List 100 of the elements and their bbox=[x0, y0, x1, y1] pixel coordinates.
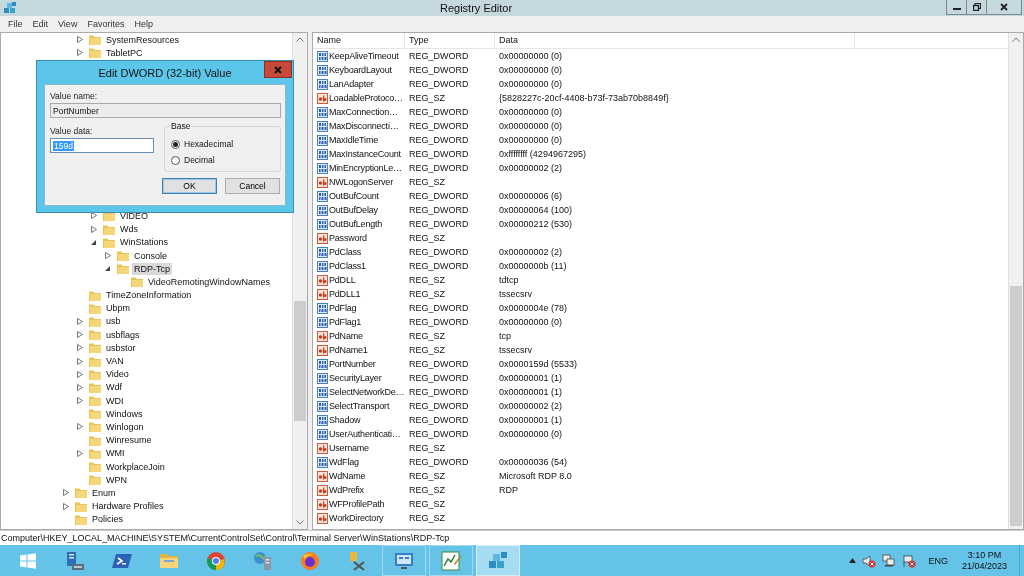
table-cell[interactable]: Username bbox=[329, 443, 369, 453]
collapsed-arrow-icon[interactable] bbox=[91, 225, 97, 233]
tree-item[interactable]: usbflags bbox=[104, 328, 142, 341]
scroll-up-icon[interactable] bbox=[296, 37, 304, 42]
menu-item[interactable]: View bbox=[53, 19, 83, 29]
radio-button[interactable] bbox=[171, 155, 180, 165]
scroll-thumb[interactable] bbox=[1010, 286, 1022, 526]
tree-item[interactable]: Winlogon bbox=[104, 420, 146, 433]
tree-item[interactable]: VAN bbox=[104, 355, 126, 368]
flag-icon[interactable] bbox=[902, 553, 917, 568]
tree-item[interactable]: Ubpm bbox=[104, 302, 132, 315]
table-cell[interactable]: MaxIdleTime bbox=[329, 135, 378, 145]
tree-item[interactable]: Wds bbox=[118, 223, 140, 236]
table-cell[interactable]: OutBufLength bbox=[329, 219, 383, 229]
restore-button[interactable] bbox=[966, 0, 987, 15]
minimize-button[interactable] bbox=[946, 0, 967, 15]
scroll-thumb[interactable] bbox=[294, 301, 306, 421]
clock[interactable]: 3:10 PM 21/04/2023 bbox=[961, 549, 1007, 572]
tree-item[interactable]: Video bbox=[104, 368, 131, 381]
taskbar-button[interactable] bbox=[429, 545, 473, 576]
tree-item[interactable]: VideoRemotingWindowNames bbox=[146, 275, 272, 288]
column-header[interactable]: Type bbox=[405, 33, 495, 48]
menu-item[interactable]: Edit bbox=[27, 19, 54, 29]
table-cell[interactable]: OutBufCount bbox=[329, 191, 379, 201]
table-cell[interactable]: PdName bbox=[329, 331, 363, 341]
tree-item[interactable]: TabletPC bbox=[104, 46, 145, 59]
tree-item[interactable]: RDP-Tcp bbox=[132, 262, 172, 275]
expanded-arrow-icon[interactable] bbox=[91, 238, 97, 246]
radio-label[interactable]: Decimal bbox=[184, 155, 215, 165]
radio-label[interactable]: Hexadecimal bbox=[184, 139, 234, 149]
collapsed-arrow-icon[interactable] bbox=[77, 383, 83, 391]
menu-item[interactable]: Favorites bbox=[82, 19, 130, 29]
tree-item[interactable]: Windows bbox=[104, 407, 145, 420]
taskbar-button[interactable] bbox=[476, 545, 520, 576]
table-cell[interactable]: KeyboardLayout bbox=[329, 65, 392, 75]
collapsed-arrow-icon[interactable] bbox=[77, 344, 83, 352]
table-cell[interactable]: WdPrefix bbox=[329, 485, 364, 495]
value-name-field[interactable]: PortNumber bbox=[50, 103, 281, 118]
tree-item[interactable]: TimeZoneInformation bbox=[104, 289, 194, 302]
collapsed-arrow-icon[interactable] bbox=[91, 212, 97, 220]
tree-item[interactable]: WMI bbox=[104, 447, 127, 460]
table-cell[interactable]: UserAuthenticati… bbox=[329, 429, 401, 439]
tree-item[interactable]: WPN bbox=[104, 473, 129, 486]
collapsed-arrow-icon[interactable] bbox=[77, 36, 83, 44]
collapsed-arrow-icon[interactable] bbox=[77, 370, 83, 378]
tree-item[interactable]: Enum bbox=[90, 486, 118, 499]
table-cell[interactable]: MaxInstanceCount bbox=[329, 149, 401, 159]
table-cell[interactable]: SelectNetworkDe… bbox=[329, 387, 405, 397]
table-cell[interactable]: LoadableProtoco… bbox=[329, 93, 403, 103]
tree-item[interactable]: Policies bbox=[90, 513, 125, 526]
scrollbar[interactable] bbox=[292, 33, 307, 529]
table-cell[interactable]: WdName bbox=[329, 471, 366, 481]
scroll-up-icon[interactable] bbox=[1012, 37, 1020, 42]
close-button[interactable] bbox=[986, 0, 1022, 15]
table-cell[interactable]: WdFlag bbox=[329, 457, 359, 467]
caret-up-icon[interactable] bbox=[849, 558, 857, 563]
table-cell[interactable]: MinEncryptionLe… bbox=[329, 163, 402, 173]
tree-item[interactable]: Hardware Profiles bbox=[90, 500, 166, 513]
table-cell[interactable]: PdDLL bbox=[329, 275, 356, 285]
table-cell[interactable]: WorkDirectory bbox=[329, 513, 384, 523]
table-cell[interactable]: MaxDisconnecti… bbox=[329, 121, 399, 131]
dialog-button[interactable]: OK bbox=[162, 178, 217, 194]
language-indicator[interactable]: ENG bbox=[928, 555, 948, 566]
table-cell[interactable]: SecurityLayer bbox=[329, 373, 382, 383]
table-cell[interactable]: LanAdapter bbox=[329, 79, 374, 89]
tree-item[interactable]: usb bbox=[104, 315, 123, 328]
collapsed-arrow-icon[interactable] bbox=[63, 502, 69, 510]
table-cell[interactable]: WFProfilePath bbox=[329, 499, 385, 509]
table-cell[interactable]: PdDLL1 bbox=[329, 289, 361, 299]
collapsed-arrow-icon[interactable] bbox=[77, 357, 83, 365]
collapsed-arrow-icon[interactable] bbox=[77, 423, 83, 431]
scroll-down-icon[interactable] bbox=[296, 520, 304, 525]
collapsed-arrow-icon[interactable] bbox=[77, 397, 83, 405]
collapsed-arrow-icon[interactable] bbox=[77, 317, 83, 325]
tree-item[interactable]: Winresume bbox=[104, 434, 154, 447]
tree-item[interactable]: Console bbox=[132, 249, 170, 262]
table-cell[interactable]: OutBufDelay bbox=[329, 205, 378, 215]
table-cell[interactable]: KeepAliveTimeout bbox=[329, 51, 399, 61]
expanded-arrow-icon[interactable] bbox=[105, 265, 111, 273]
table-cell[interactable]: SelectTransport bbox=[329, 401, 390, 411]
tree-item[interactable]: SystemResources bbox=[104, 33, 182, 46]
tree-item[interactable]: WorkplaceJoin bbox=[104, 460, 167, 473]
table-cell[interactable]: MaxConnection… bbox=[329, 107, 398, 117]
column-header[interactable]: Name bbox=[313, 33, 405, 48]
collapsed-arrow-icon[interactable] bbox=[77, 49, 83, 57]
table-cell[interactable]: PdFlag bbox=[329, 303, 357, 313]
scrollbar[interactable] bbox=[1008, 33, 1023, 529]
tree-item[interactable]: VIDEO bbox=[118, 209, 150, 222]
radio-button[interactable] bbox=[171, 139, 180, 149]
speaker-muted-icon[interactable] bbox=[862, 553, 877, 568]
table-cell[interactable]: PdName1 bbox=[329, 345, 368, 355]
dialog-button[interactable]: Cancel bbox=[225, 178, 280, 194]
table-cell[interactable]: PdClass1 bbox=[329, 261, 366, 271]
collapsed-arrow-icon[interactable] bbox=[77, 331, 83, 339]
menu-item[interactable]: File bbox=[3, 19, 28, 29]
column-header[interactable]: Data bbox=[495, 33, 855, 48]
table-cell[interactable]: PdClass bbox=[329, 247, 362, 257]
network-icon[interactable] bbox=[882, 553, 897, 568]
tree-item[interactable]: usbstor bbox=[104, 341, 138, 354]
collapsed-arrow-icon[interactable] bbox=[63, 489, 69, 497]
